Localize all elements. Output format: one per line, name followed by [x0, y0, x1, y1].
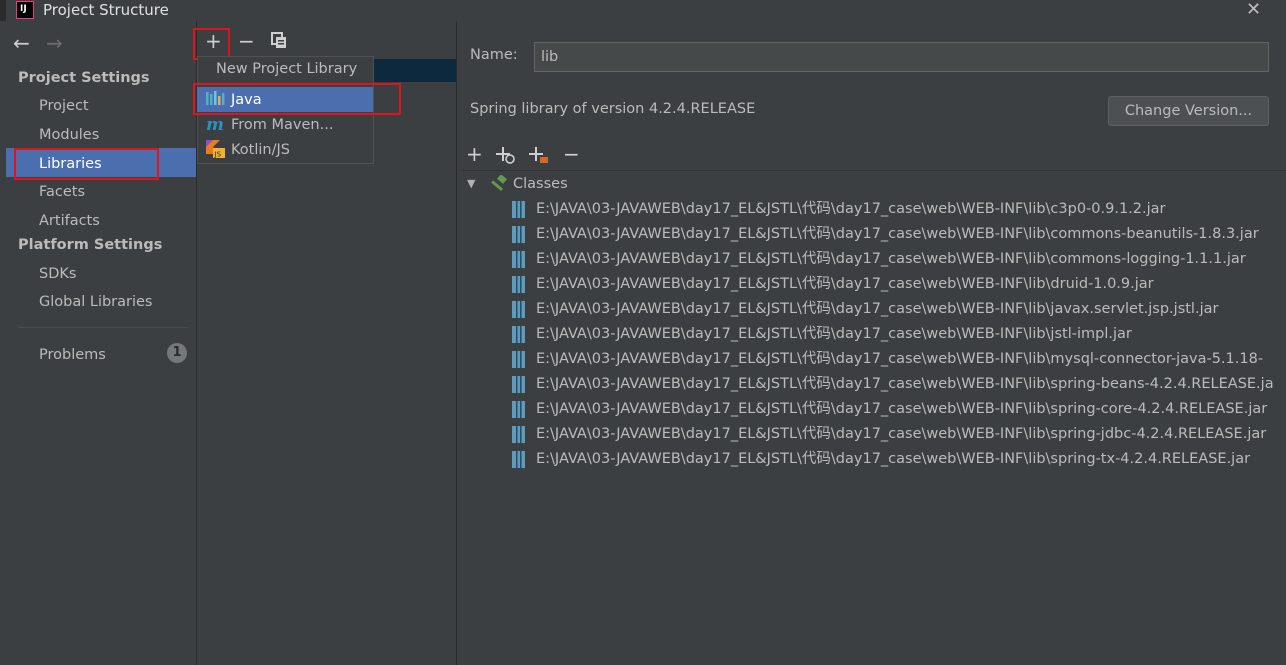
jar-row[interactable]: E:\JAVA\03-JAVAWEB\day17_EL&JSTL\代码\day1… — [512, 273, 1286, 298]
svg-text:JS: JS — [214, 151, 222, 159]
minus-icon[interactable]: − — [238, 31, 255, 51]
annotation-box-libraries — [14, 148, 159, 180]
sidebar-divider — [18, 327, 188, 328]
project-settings-header: Project Settings — [18, 70, 150, 86]
jar-row[interactable]: E:\JAVA\03-JAVAWEB\day17_EL&JSTL\代码\day1… — [512, 423, 1286, 448]
title-bar — [0, 0, 1286, 21]
jar-row[interactable]: E:\JAVA\03-JAVAWEB\day17_EL&JSTL\代码\day1… — [512, 448, 1286, 473]
jar-row[interactable]: E:\JAVA\03-JAVAWEB\day17_EL&JSTL\代码\day1… — [512, 223, 1286, 248]
hammer-icon — [489, 174, 509, 197]
problems-count-badge: 1 — [167, 343, 187, 363]
jar-path: E:\JAVA\03-JAVAWEB\day17_EL&JSTL\代码\day1… — [536, 376, 1274, 392]
jar-row[interactable]: E:\JAVA\03-JAVAWEB\day17_EL&JSTL\代码\day1… — [512, 298, 1286, 323]
jar-file-icon — [512, 401, 525, 418]
jar-path: E:\JAVA\03-JAVAWEB\day17_EL&JSTL\代码\day1… — [536, 226, 1259, 242]
background-window-edge — [0, 0, 6, 21]
back-arrow-icon[interactable]: ← — [13, 33, 30, 53]
jar-row[interactable]: E:\JAVA\03-JAVAWEB\day17_EL&JSTL\代码\day1… — [512, 398, 1286, 423]
panel-divider-right — [456, 21, 457, 665]
change-version-button[interactable]: Change Version... — [1108, 96, 1269, 126]
jar-path: E:\JAVA\03-JAVAWEB\day17_EL&JSTL\代码\day1… — [536, 426, 1267, 442]
sidebar-item-project[interactable]: Project — [39, 96, 89, 116]
jar-file-icon — [512, 426, 525, 443]
jar-file-icon — [512, 351, 525, 368]
jar-row[interactable]: E:\JAVA\03-JAVAWEB\day17_EL&JSTL\代码\day1… — [512, 348, 1286, 373]
popup-title: New Project Library — [216, 61, 358, 77]
annotation-box-java — [193, 83, 401, 115]
jar-file-icon — [512, 326, 525, 343]
copy-icon[interactable] — [271, 32, 287, 53]
intellij-app-icon: IJ — [16, 1, 34, 19]
jar-file-icon — [512, 201, 525, 218]
sidebar-item-sdks[interactable]: SDKs — [39, 264, 76, 284]
kotlin-js-icon: JS — [206, 140, 226, 162]
jar-path: E:\JAVA\03-JAVAWEB\day17_EL&JSTL\代码\day1… — [536, 451, 1251, 467]
jar-file-icon — [512, 376, 525, 393]
jar-file-icon — [512, 451, 525, 468]
add-with-sources-icon[interactable] — [496, 146, 516, 168]
library-list-selected-row[interactable] — [372, 59, 456, 82]
jar-path: E:\JAVA\03-JAVAWEB\day17_EL&JSTL\代码\day1… — [536, 351, 1264, 367]
jar-path: E:\JAVA\03-JAVAWEB\day17_EL&JSTL\代码\day1… — [536, 401, 1268, 417]
sidebar-item-problems[interactable]: Problems — [39, 345, 106, 365]
jar-path: E:\JAVA\03-JAVAWEB\day17_EL&JSTL\代码\day1… — [536, 276, 1154, 292]
jar-row[interactable]: E:\JAVA\03-JAVAWEB\day17_EL&JSTL\代码\day1… — [512, 323, 1286, 348]
jar-file-icon — [512, 301, 525, 318]
jar-path: E:\JAVA\03-JAVAWEB\day17_EL&JSTL\代码\day1… — [536, 326, 1132, 342]
chevron-down-icon[interactable]: ▼ — [467, 177, 475, 190]
jar-file-icon — [512, 226, 525, 243]
popup-item-from-maven[interactable]: From Maven... — [231, 115, 333, 135]
maven-icon: m — [206, 115, 224, 135]
close-icon[interactable]: ✕ — [1246, 0, 1264, 20]
jar-row[interactable]: E:\JAVA\03-JAVAWEB\day17_EL&JSTL\代码\day1… — [512, 248, 1286, 273]
jar-file-icon — [512, 276, 525, 293]
sidebar-item-facets[interactable]: Facets — [39, 182, 85, 202]
jar-path: E:\JAVA\03-JAVAWEB\day17_EL&JSTL\代码\day1… — [536, 251, 1246, 267]
sidebar-item-global-libraries[interactable]: Global Libraries — [39, 292, 153, 312]
sidebar-item-artifacts[interactable]: Artifacts — [39, 211, 100, 231]
name-label: Name: — [470, 47, 518, 63]
jar-path: E:\JAVA\03-JAVAWEB\day17_EL&JSTL\代码\day1… — [536, 201, 1166, 217]
library-description: Spring library of version 4.2.4.RELEASE — [470, 101, 756, 117]
add-jar-icon[interactable] — [529, 146, 549, 168]
sidebar — [0, 21, 196, 665]
window-title: Project Structure — [43, 1, 169, 19]
platform-settings-header: Platform Settings — [18, 237, 163, 253]
jar-path: E:\JAVA\03-JAVAWEB\day17_EL&JSTL\代码\day1… — [536, 301, 1219, 317]
jar-row[interactable]: E:\JAVA\03-JAVAWEB\day17_EL&JSTL\代码\day1… — [512, 373, 1286, 398]
popup-item-kotlin-js[interactable]: Kotlin/JS — [231, 140, 290, 160]
sidebar-item-modules[interactable]: Modules — [39, 125, 99, 145]
forward-arrow-icon[interactable]: → — [46, 33, 63, 53]
jar-row[interactable]: E:\JAVA\03-JAVAWEB\day17_EL&JSTL\代码\day1… — [512, 198, 1286, 223]
classes-node-label[interactable]: Classes — [513, 174, 568, 194]
add-root-icon[interactable]: + — [466, 144, 483, 164]
remove-root-icon[interactable]: − — [563, 144, 580, 164]
library-name-input[interactable]: lib — [534, 42, 1269, 72]
jar-file-icon — [512, 251, 525, 268]
